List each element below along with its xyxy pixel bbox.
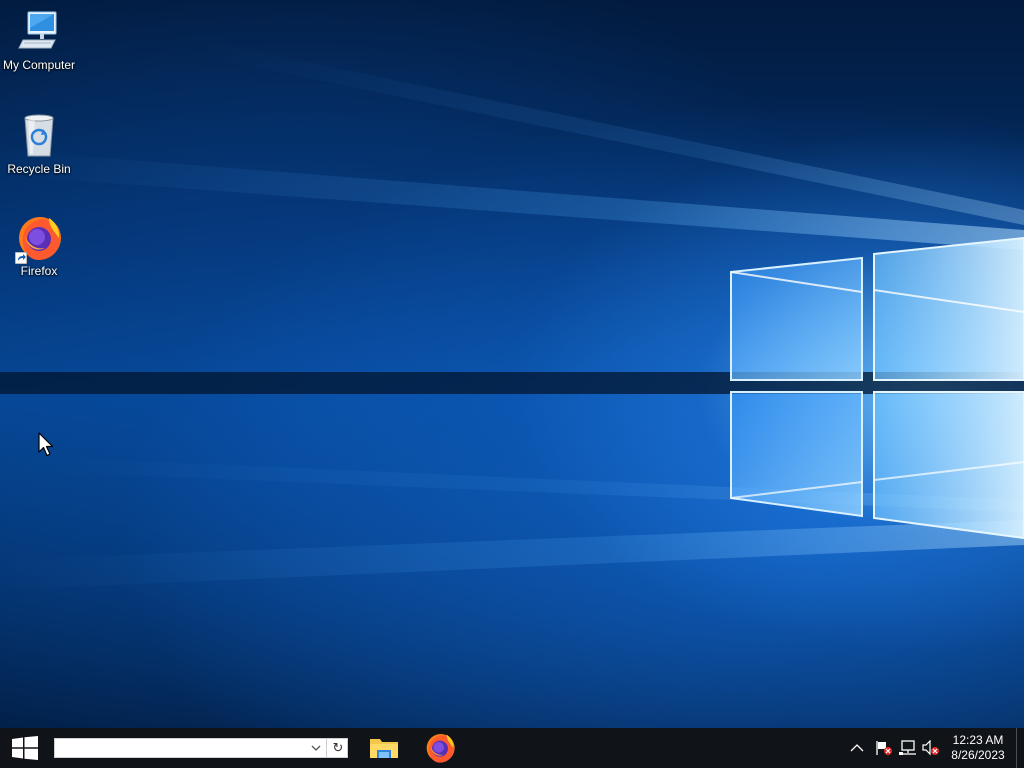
refresh-button[interactable]: ↻ xyxy=(326,739,349,757)
desktop-icon-firefox[interactable]: Firefox xyxy=(0,214,78,279)
wallpaper-windows-light xyxy=(0,40,1024,590)
desktop-icon-label: Firefox xyxy=(20,264,58,278)
mouse-cursor-icon xyxy=(38,432,54,457)
taskbar-search-box[interactable]: ↻ xyxy=(54,738,348,758)
firefox-icon xyxy=(15,214,63,264)
taskbar: ↻ 12:23 AM 8/26/2023 xyxy=(0,728,1024,768)
desktop-icon-label: My Computer xyxy=(2,58,76,72)
computer-icon xyxy=(15,8,63,56)
firefox-icon xyxy=(426,734,455,763)
desktop-icon-recycle-bin[interactable]: Recycle Bin xyxy=(0,112,78,177)
taskbar-app-firefox[interactable] xyxy=(415,728,465,768)
taskbar-app-file-explorer[interactable] xyxy=(359,728,409,768)
start-button[interactable] xyxy=(0,728,50,768)
folder-icon xyxy=(370,739,398,758)
windows-logo-icon xyxy=(12,736,38,760)
desktop[interactable]: My Computer Recycle Bin Firefox xyxy=(0,0,1024,728)
recycle-bin-icon xyxy=(15,112,63,160)
clock-time: 12:23 AM xyxy=(952,733,1004,747)
shortcut-arrow-icon xyxy=(15,252,27,264)
network-icon[interactable] xyxy=(899,740,917,756)
desktop-icon-label: Recycle Bin xyxy=(7,162,71,176)
desktop-icon-my-computer[interactable]: My Computer xyxy=(0,8,78,73)
search-input[interactable] xyxy=(55,739,313,757)
taskbar-clock[interactable]: 12:23 AM 8/26/2023 xyxy=(946,733,1010,763)
flag-icon[interactable] xyxy=(875,740,893,756)
refresh-icon: ↻ xyxy=(332,740,344,756)
clock-date: 8/26/2023 xyxy=(951,748,1005,762)
chevron-down-icon[interactable] xyxy=(307,739,325,757)
chevron-up-icon[interactable] xyxy=(848,740,866,756)
show-desktop-button[interactable] xyxy=(1016,728,1024,768)
volume-muted-icon[interactable] xyxy=(922,740,940,756)
